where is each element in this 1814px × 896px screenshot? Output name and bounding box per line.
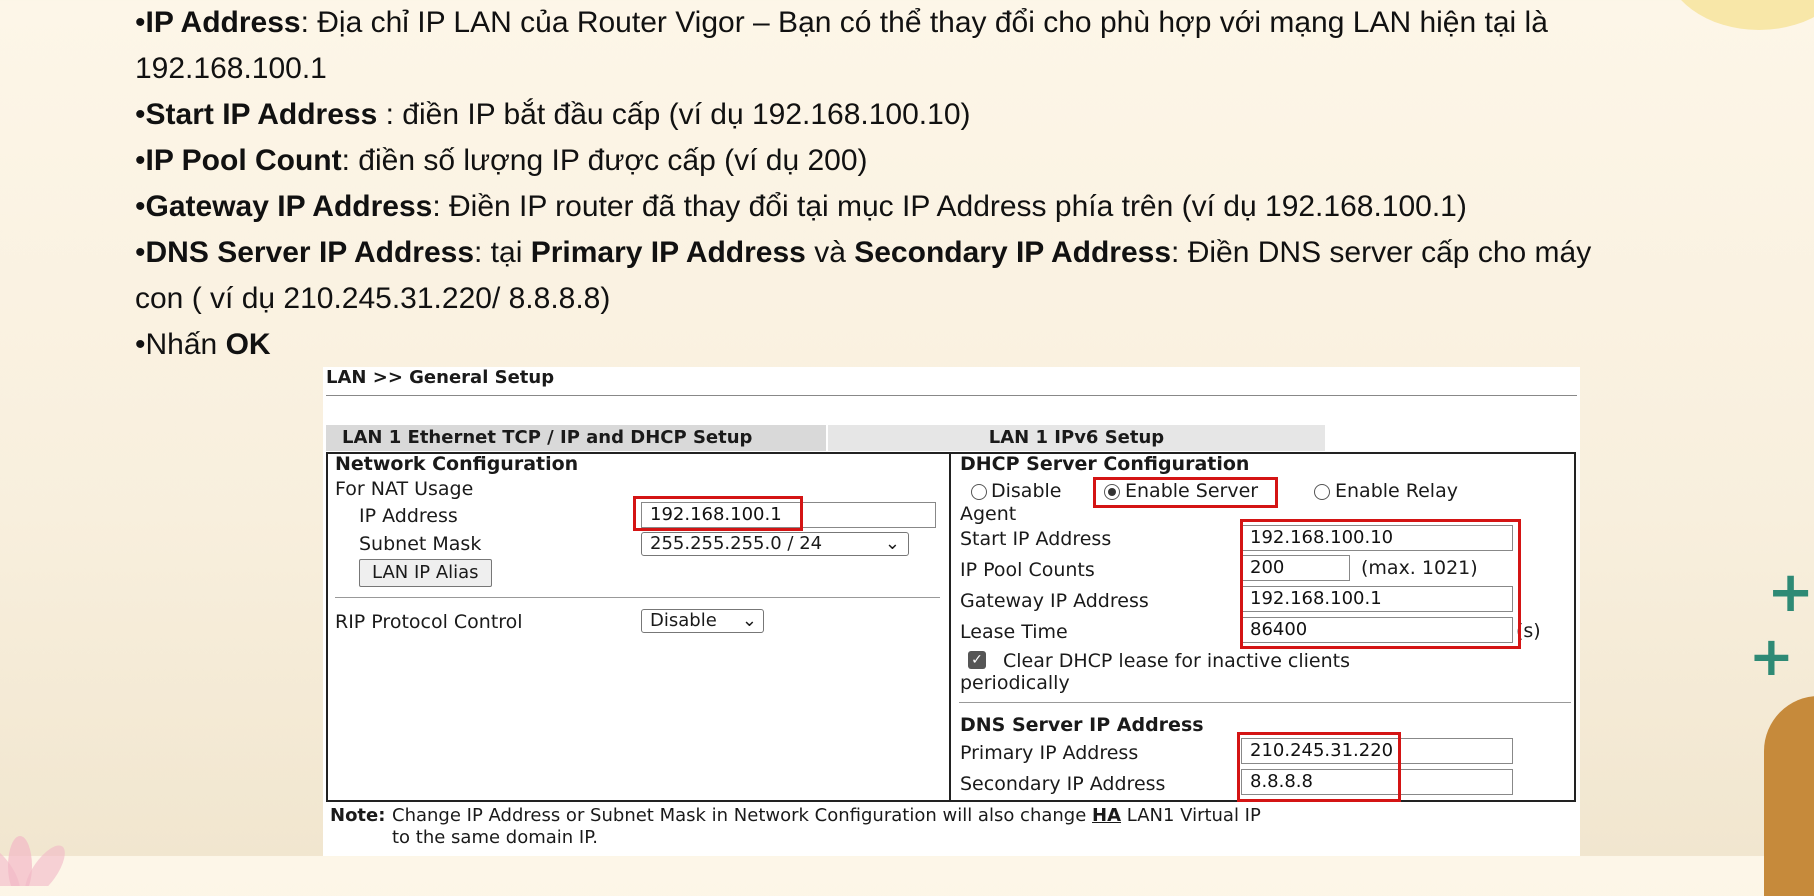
note-text: Change IP Address or Subnet Mask in Netw… bbox=[392, 805, 1261, 848]
network-config-heading: Network Configuration bbox=[335, 453, 579, 475]
ip-pool-label: IP Pool Counts bbox=[960, 559, 1095, 581]
rip-protocol-select[interactable]: Disable ⌄ bbox=[641, 609, 764, 633]
secondary-dns-label: Secondary IP Address bbox=[960, 773, 1166, 795]
clear-lease-label-cont: periodically bbox=[960, 672, 1070, 694]
highlight-ip-address bbox=[633, 496, 803, 531]
dhcp-disable-label: Disable bbox=[991, 480, 1062, 502]
rip-protocol-label: RIP Protocol Control bbox=[335, 611, 523, 633]
tab-lan1-ethernet[interactable]: LAN 1 Ethernet TCP / IP and DHCP Setup bbox=[326, 425, 826, 451]
plus-icon: + bbox=[1767, 560, 1814, 625]
lan-ip-alias-button[interactable]: LAN IP Alias bbox=[359, 559, 492, 587]
bullet-start-ip: •Start IP Address : điền IP bắt đầu cấp … bbox=[135, 98, 971, 131]
highlight-dns-fields bbox=[1237, 732, 1401, 802]
router-lan-setup-panel: LAN >> General Setup LAN 1 Ethernet TCP … bbox=[323, 367, 1580, 856]
highlight-dhcp-fields bbox=[1240, 519, 1521, 649]
column-divider bbox=[949, 452, 951, 802]
bullet-dns: •DNS Server IP Address: tại Primary IP A… bbox=[135, 236, 1592, 315]
lease-time-label: Lease Time bbox=[960, 621, 1068, 643]
bullet-gateway: •Gateway IP Address: Điền IP router đã t… bbox=[135, 190, 1467, 223]
relay-agent-label: Agent bbox=[960, 503, 1017, 525]
radio-icon[interactable] bbox=[971, 484, 987, 500]
for-nat-label: For NAT Usage bbox=[335, 478, 474, 500]
plus-icon: + bbox=[1748, 625, 1794, 688]
decorative-flower bbox=[0, 836, 65, 886]
highlight-enable-server bbox=[1093, 477, 1278, 508]
bullet-ok: •Nhấn OK bbox=[135, 328, 271, 361]
chevron-down-icon: ⌄ bbox=[884, 533, 900, 554]
radio-icon[interactable] bbox=[1314, 484, 1330, 500]
chevron-down-icon: ⌄ bbox=[741, 610, 757, 631]
subnet-mask-value: 255.255.255.0 / 24 bbox=[650, 533, 823, 554]
start-ip-label: Start IP Address bbox=[960, 528, 1112, 550]
gateway-ip-label: Gateway IP Address bbox=[960, 590, 1149, 612]
primary-dns-label: Primary IP Address bbox=[960, 742, 1139, 764]
bullet-pool-count: •IP Pool Count: điền số lượng IP được cấ… bbox=[135, 144, 868, 177]
ip-address-label: IP Address bbox=[359, 505, 458, 527]
dhcp-config-heading: DHCP Server Configuration bbox=[960, 453, 1250, 475]
divider bbox=[335, 597, 940, 598]
subnet-mask-select[interactable]: 255.255.255.0 / 24 ⌄ bbox=[641, 532, 909, 556]
dhcp-enable-relay-label: Enable Relay bbox=[1335, 480, 1458, 502]
note-label: Note: bbox=[330, 805, 386, 826]
subnet-mask-label: Subnet Mask bbox=[359, 533, 482, 555]
tab-lan1-ipv6[interactable]: LAN 1 IPv6 Setup bbox=[828, 425, 1325, 451]
decorative-pot bbox=[1764, 696, 1814, 896]
divider bbox=[959, 702, 1571, 703]
rip-protocol-value: Disable bbox=[650, 610, 717, 631]
bullet-ip-address: •IP Address: Địa chỉ IP LAN của Router V… bbox=[135, 6, 1548, 85]
dns-server-heading: DNS Server IP Address bbox=[960, 714, 1204, 736]
checkbox-checked-icon[interactable]: ✓ bbox=[968, 651, 986, 669]
clear-lease-label: Clear DHCP lease for inactive clients bbox=[1003, 650, 1351, 672]
breadcrumb: LAN >> General Setup bbox=[326, 367, 555, 388]
divider bbox=[326, 395, 1577, 396]
instruction-list: •IP Address: Địa chỉ IP LAN của Router V… bbox=[135, 0, 1785, 368]
